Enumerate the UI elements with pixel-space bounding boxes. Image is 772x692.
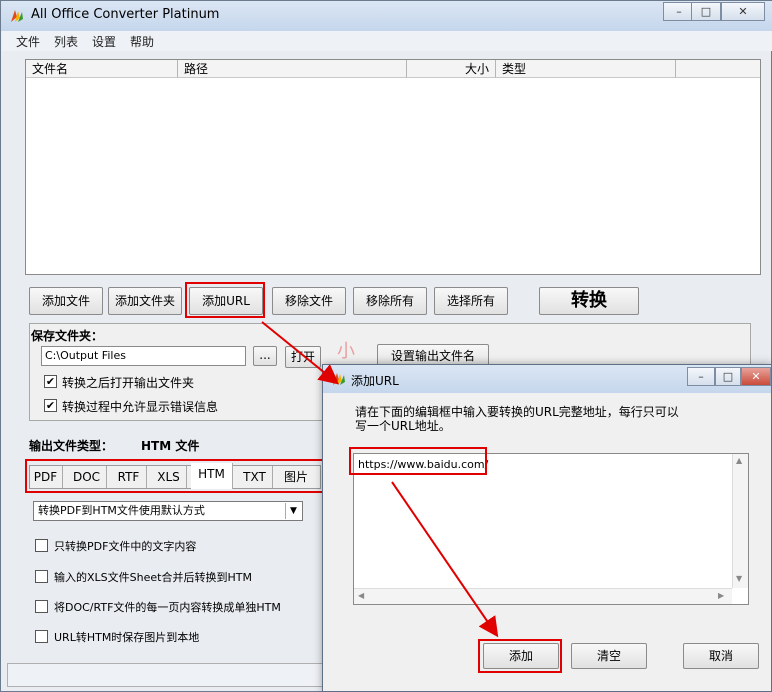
scroll-up-icon[interactable]: ▲ (736, 456, 742, 465)
dialog-close-button[interactable]: ✕ (741, 367, 771, 386)
highlight-output-tabs (25, 459, 325, 493)
app-logo-icon (11, 10, 23, 22)
column-type[interactable]: 类型 (496, 60, 676, 78)
watermark-text: 小 (337, 341, 355, 362)
doc-per-page-checkbox[interactable] (35, 600, 48, 613)
highlight-url-text (349, 447, 487, 475)
dialog-title: 添加URL (351, 374, 399, 388)
scroll-down-icon[interactable]: ▼ (736, 574, 742, 583)
output-path-input[interactable]: C:\Output Files (41, 346, 246, 366)
title-bar: All Office Converter Platinum – □ ✕ (1, 1, 772, 31)
open-folder-button[interactable]: 打开 (285, 346, 321, 368)
convert-method-select[interactable]: 转换PDF到HTM文件使用默认方式 (33, 501, 303, 521)
menu-file[interactable]: 文件 (16, 33, 40, 50)
pdf-text-only-label: 只转换PDF文件中的文字内容 (54, 540, 197, 553)
column-size[interactable]: 大小 (407, 60, 496, 78)
pdf-text-only-checkbox[interactable] (35, 539, 48, 552)
dialog-clear-button[interactable]: 清空 (571, 643, 647, 669)
highlight-add-url (185, 282, 265, 318)
scroll-left-icon[interactable]: ◀ (358, 591, 364, 600)
dialog-maximize-button[interactable]: □ (715, 367, 741, 386)
open-after-label: 转换之后打开输出文件夹 (62, 376, 195, 390)
convert-button[interactable]: 转换 (539, 287, 639, 315)
vertical-scrollbar[interactable]: ▲ ▼ (732, 454, 748, 588)
close-button[interactable]: ✕ (721, 2, 765, 21)
remove-file-button[interactable]: 移除文件 (272, 287, 346, 315)
column-filename[interactable]: 文件名 (26, 60, 178, 78)
dialog-cancel-button[interactable]: 取消 (683, 643, 759, 669)
save-folder-label: 保存文件夹： (31, 329, 104, 343)
menu-settings[interactable]: 设置 (92, 33, 116, 50)
horizontal-scrollbar[interactable]: ◀ ▶ (354, 588, 732, 604)
file-list[interactable]: 文件名 路径 大小 类型 (25, 59, 761, 275)
menu-bar: 文件 列表 设置 帮助 (2, 31, 772, 51)
convert-method-value: 转换PDF到HTM文件使用默认方式 (38, 504, 205, 517)
dialog-instruction-line2: 写一个URL地址。 (355, 419, 451, 433)
url-textarea[interactable]: https://www.baidu.com/ ▲ ▼ ◀ ▶ (353, 453, 749, 605)
status-bar (7, 663, 323, 687)
column-path[interactable]: 路径 (178, 60, 407, 78)
doc-per-page-label: 将DOC/RTF文件的每一页内容转换成单独HTM (54, 601, 281, 614)
xls-merge-label: 输入的XLS文件Sheet合并后转换到HTM (54, 571, 252, 584)
menu-help[interactable]: 帮助 (130, 33, 154, 50)
add-url-dialog: 添加URL – □ ✕ 请在下面的编辑框中输入要转换的URL完整地址，每行只可以… (322, 364, 772, 692)
show-errors-label: 转换过程中允许显示错误信息 (62, 400, 219, 414)
highlight-add-button (478, 639, 562, 673)
xls-merge-checkbox[interactable] (35, 570, 48, 583)
dialog-app-icon (333, 373, 345, 385)
url-save-images-checkbox[interactable] (35, 630, 48, 643)
output-type-label: 输出文件类型： (29, 439, 114, 453)
window-title: All Office Converter Platinum (31, 7, 220, 22)
dialog-title-bar: 添加URL – □ ✕ (323, 365, 771, 393)
select-all-button[interactable]: 选择所有 (434, 287, 508, 315)
open-after-checkbox[interactable]: ✔ (44, 375, 57, 388)
menu-list[interactable]: 列表 (54, 33, 78, 50)
browse-button[interactable]: ... (253, 346, 277, 366)
add-folder-button[interactable]: 添加文件夹 (108, 287, 182, 315)
maximize-button[interactable]: □ (691, 2, 721, 21)
url-save-images-label: URL转HTM时保存图片到本地 (54, 631, 200, 644)
show-errors-checkbox[interactable]: ✔ (44, 399, 57, 412)
remove-all-button[interactable]: 移除所有 (353, 287, 427, 315)
scroll-right-icon[interactable]: ▶ (718, 591, 724, 600)
dialog-minimize-button[interactable]: – (687, 367, 715, 386)
add-file-button[interactable]: 添加文件 (29, 287, 103, 315)
column-empty (676, 60, 760, 78)
chevron-down-icon[interactable]: ▼ (285, 503, 301, 519)
output-type-value: HTM 文件 (141, 439, 200, 453)
